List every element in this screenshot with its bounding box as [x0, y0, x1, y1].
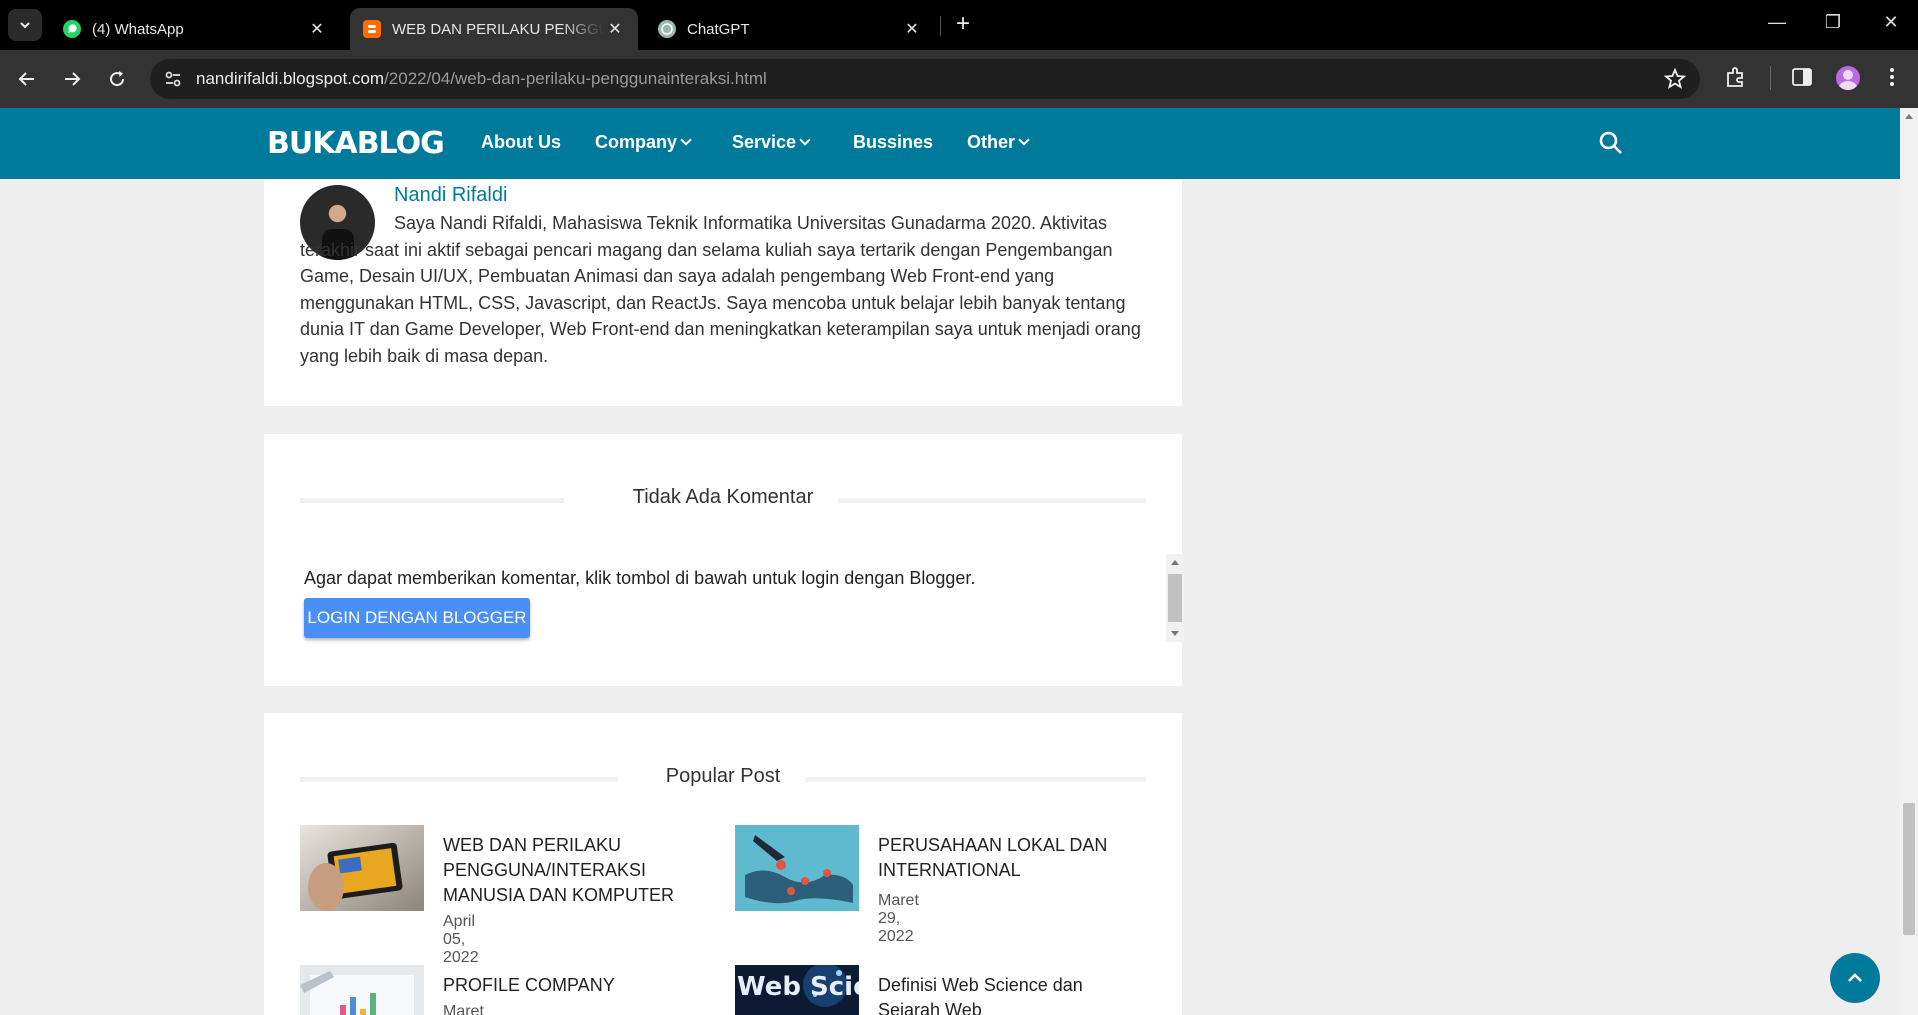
- tab-chatgpt[interactable]: ChatGPT ✕: [645, 8, 935, 50]
- world-map-image: [735, 825, 859, 911]
- scroll-thumb[interactable]: [1168, 574, 1182, 622]
- login-blogger-button[interactable]: LOGIN DENGAN BLOGGER: [304, 598, 530, 638]
- popular-post-card: Popular Post WEB DAN PERILAKU PENGGUNA/I…: [264, 713, 1182, 1015]
- popular-section-title: Popular Post: [264, 765, 1182, 788]
- nav-company[interactable]: Company: [595, 132, 692, 153]
- thumb-text: Web Science: [737, 972, 859, 1002]
- bookmark-star-icon[interactable]: [1664, 68, 1686, 90]
- blogger-icon: [363, 20, 381, 38]
- post-date: Maret 09, 2022: [443, 1003, 484, 1015]
- arrow-right-icon: [65, 72, 81, 86]
- close-window-button[interactable]: ✕: [1876, 12, 1906, 38]
- tab-title: ChatGPT: [687, 20, 750, 38]
- post-title[interactable]: Definisi Web Science dan Sejarah Web: [878, 973, 1148, 1015]
- tab-title: (4) WhatsApp: [92, 20, 184, 38]
- address-bar[interactable]: nandirifaldi.blogspot.com/2022/04/web-da…: [150, 59, 1700, 99]
- title-divider: [300, 498, 564, 503]
- comment-title-text: Tidak Ada Komentar: [632, 486, 814, 508]
- close-icon[interactable]: ✕: [604, 19, 626, 39]
- post-thumbnail[interactable]: [300, 825, 424, 911]
- post-date: Maret 29, 2022: [878, 892, 919, 945]
- comment-frame: Agar dapat memberikan komentar, klik tom…: [304, 554, 1184, 642]
- title-divider: [300, 777, 618, 782]
- tab-whatsapp[interactable]: (4) WhatsApp ✕: [50, 8, 340, 50]
- comment-frame-scrollbar[interactable]: [1166, 554, 1184, 642]
- browser-toolbar: nandirifaldi.blogspot.com/2022/04/web-da…: [0, 50, 1918, 108]
- whatsapp-icon: [63, 20, 81, 38]
- tab-separator: [940, 16, 941, 36]
- post-title[interactable]: WEB DAN PERILAKU PENGGUNA/INTERAKSI MANU…: [443, 833, 713, 908]
- extensions-icon[interactable]: [1724, 65, 1748, 89]
- tab-search-button[interactable]: [8, 9, 42, 41]
- reload-icon: [110, 71, 125, 87]
- browser-tab-bar: (4) WhatsApp ✕ WEB DAN PERILAKU PENGGUNA…: [0, 0, 1918, 50]
- chevron-down-icon: [680, 134, 692, 146]
- site-header: BUKABLOG About Us Company Service Bussin…: [0, 108, 1900, 179]
- nav-label: Other: [967, 132, 1016, 152]
- scroll-up-arrow[interactable]: [1905, 114, 1913, 119]
- post-thumbnail[interactable]: [735, 825, 859, 911]
- chatgpt-icon: [658, 20, 676, 38]
- page-scrollbar[interactable]: [1900, 108, 1918, 1015]
- forward-button[interactable]: [55, 62, 89, 96]
- side-panel-icon[interactable]: [1790, 65, 1814, 89]
- search-icon[interactable]: [1598, 130, 1624, 156]
- post-date: April 05, 2022: [443, 913, 479, 966]
- title-divider: [805, 777, 1146, 782]
- comment-section-title: Tidak Ada Komentar: [264, 486, 1182, 509]
- post-title[interactable]: PERUSAHAAN LOKAL DAN INTERNATIONAL: [878, 833, 1148, 883]
- nav-label: Service: [732, 132, 797, 152]
- chevron-up-icon: [1848, 973, 1862, 982]
- nav-about-us[interactable]: About Us: [481, 132, 561, 153]
- toolbar-divider: [1770, 66, 1771, 90]
- post-title[interactable]: PROFILE COMPANY: [443, 973, 713, 998]
- post-thumbnail[interactable]: [300, 965, 424, 1015]
- tab-title: WEB DAN PERILAKU PENGGUNA: [392, 20, 604, 38]
- author-bio: Saya Nandi Rifaldi, Mahasiswa Teknik Inf…: [300, 213, 1141, 366]
- nav-label: About Us: [481, 132, 561, 152]
- url-path: /2022/04/web-dan-perilaku-penggunaintera…: [384, 69, 767, 88]
- arrow-left-icon: [18, 72, 34, 86]
- popular-title-text: Popular Post: [665, 765, 781, 787]
- post-thumbnail[interactable]: Web Science: [735, 965, 859, 1015]
- back-button[interactable]: [10, 62, 44, 96]
- title-divider: [838, 498, 1146, 503]
- nav-service[interactable]: Service: [732, 132, 811, 153]
- site-logo[interactable]: BUKABLOG: [267, 126, 445, 161]
- tablet-photo-image: [300, 825, 424, 911]
- business-chart-image: [300, 965, 424, 1015]
- site-settings-icon[interactable]: [162, 68, 184, 90]
- page-viewport: Nandi Rifaldi Saya Nandi Rifaldi, Mahasi…: [0, 108, 1918, 1015]
- chevron-down-icon: [1018, 134, 1030, 146]
- new-tab-button[interactable]: +: [950, 12, 976, 38]
- close-icon[interactable]: ✕: [306, 19, 328, 39]
- back-to-top-button[interactable]: [1830, 953, 1880, 1003]
- nav-label: Bussines: [853, 132, 934, 152]
- minimize-button[interactable]: —: [1762, 12, 1792, 38]
- url-host: nandirifaldi.blogspot.com: [196, 69, 385, 88]
- profile-avatar[interactable]: [1836, 66, 1860, 90]
- chevron-down-icon: [20, 22, 30, 29]
- tab-blog-active[interactable]: WEB DAN PERILAKU PENGGUNA ✕: [350, 8, 638, 50]
- comment-prompt: Agar dapat memberikan komentar, klik tom…: [304, 568, 976, 588]
- menu-dots-icon[interactable]: [1882, 65, 1902, 89]
- scroll-up-arrow[interactable]: [1171, 560, 1179, 565]
- close-icon[interactable]: ✕: [901, 19, 923, 39]
- chevron-down-icon: [799, 134, 811, 146]
- url-text[interactable]: nandirifaldi.blogspot.com/2022/04/web-da…: [196, 69, 767, 89]
- restore-button[interactable]: ❐: [1818, 12, 1848, 38]
- nav-other[interactable]: Other: [967, 132, 1030, 153]
- reload-button[interactable]: [100, 62, 134, 96]
- web-science-image: Web Science: [735, 965, 859, 1015]
- author-name[interactable]: Nandi Rifaldi: [394, 184, 507, 207]
- nav-label: Company: [595, 132, 678, 152]
- comment-card: Tidak Ada Komentar Agar dapat memberikan…: [264, 434, 1184, 686]
- nav-bussines[interactable]: Bussines: [853, 132, 933, 153]
- scroll-down-arrow[interactable]: [1171, 631, 1179, 636]
- scroll-thumb[interactable]: [1903, 803, 1915, 935]
